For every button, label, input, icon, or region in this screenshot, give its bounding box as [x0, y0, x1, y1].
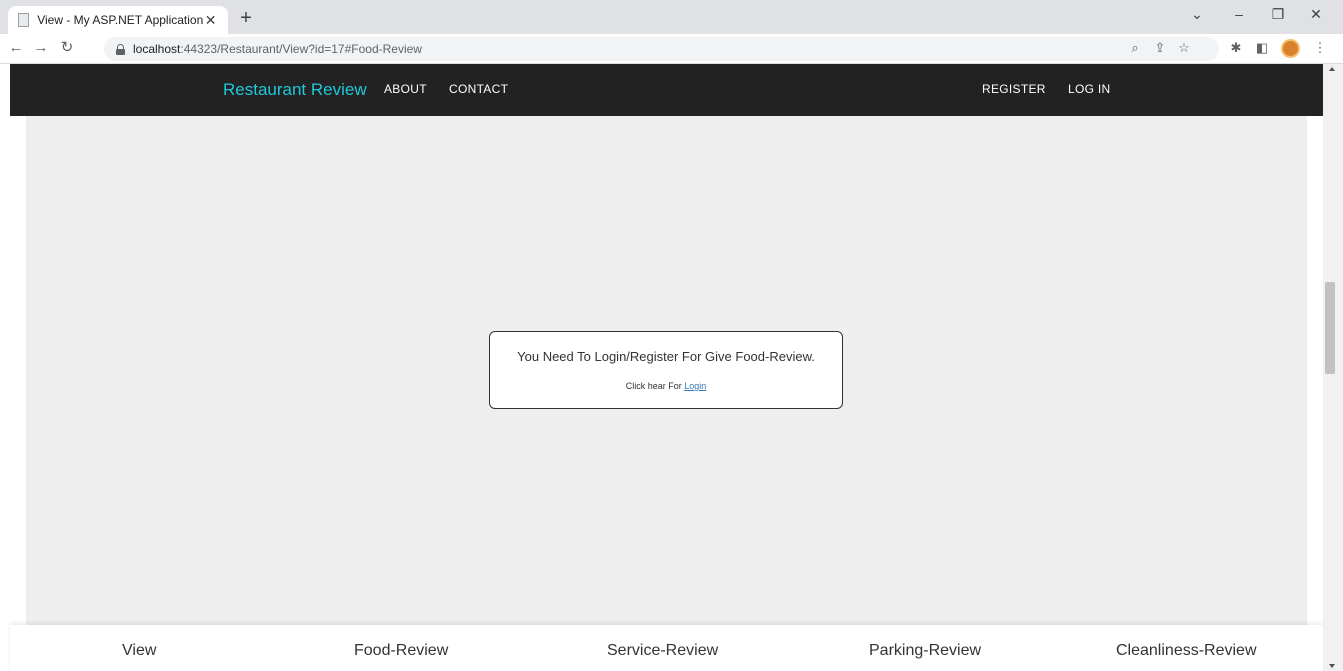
- profile-avatar[interactable]: [1281, 39, 1300, 58]
- forward-icon[interactable]: →: [31, 39, 51, 57]
- brand-link[interactable]: Restaurant Review: [223, 80, 367, 100]
- scroll-down-icon[interactable]: [1329, 664, 1335, 668]
- nav-contact[interactable]: CONTACT: [449, 82, 508, 96]
- page-viewport: Restaurant Review ABOUT CONTACT REGISTER…: [0, 64, 1343, 671]
- lock-icon[interactable]: [116, 44, 125, 55]
- restore-icon[interactable]: ❐: [1263, 6, 1293, 23]
- browser-toolbar: ← → ↻ localhost:44323/Restaurant/View?id…: [0, 34, 1343, 64]
- back-icon[interactable]: ←: [6, 39, 26, 57]
- url-host: localhost: [133, 42, 181, 56]
- page-favicon-icon: [18, 13, 30, 27]
- minimize-icon[interactable]: –: [1224, 6, 1254, 22]
- browser-tab[interactable]: View - My ASP.NET Application ✕: [8, 6, 228, 34]
- tab-cleanliness-review[interactable]: Cleanliness-Review: [1116, 642, 1257, 660]
- tab-service-review[interactable]: Service-Review: [607, 642, 718, 660]
- star-icon[interactable]: ☆: [1174, 40, 1194, 56]
- share-icon[interactable]: ⇪: [1150, 40, 1170, 56]
- tab-parking-review[interactable]: Parking-Review: [869, 642, 981, 660]
- address-bar[interactable]: localhost:44323/Restaurant/View?id=17#Fo…: [104, 37, 1219, 61]
- scroll-thumb[interactable]: [1325, 282, 1335, 374]
- login-link[interactable]: Login: [684, 381, 706, 391]
- tab-food-review[interactable]: Food-Review: [354, 642, 448, 660]
- reload-icon[interactable]: ↻: [57, 39, 77, 57]
- scroll-up-icon[interactable]: [1329, 67, 1335, 71]
- site-navbar: Restaurant Review ABOUT CONTACT REGISTER…: [10, 64, 1323, 116]
- nav-login[interactable]: LOG IN: [1068, 82, 1110, 96]
- notice-message: You Need To Login/Register For Give Food…: [517, 349, 815, 364]
- url-path: :44323/Restaurant/View?id=17#Food-Review: [180, 42, 422, 56]
- nav-about[interactable]: ABOUT: [384, 82, 427, 96]
- extensions-icon[interactable]: ✱: [1226, 40, 1246, 56]
- tab-title: View - My ASP.NET Application: [37, 13, 204, 27]
- review-tabs: View Food-Review Service-Review Parking-…: [10, 625, 1323, 671]
- notice-login-line: Click hear For Login: [490, 381, 842, 391]
- review-content-panel: You Need To Login/Register For Give Food…: [26, 116, 1307, 625]
- tab-view[interactable]: View: [122, 642, 156, 660]
- menu-icon[interactable]: ⋮: [1310, 40, 1330, 56]
- browser-tabstrip: View - My ASP.NET Application ✕ + ⌄ – ❐ …: [0, 0, 1343, 34]
- login-required-notice: You Need To Login/Register For Give Food…: [489, 331, 843, 409]
- new-tab-button[interactable]: +: [234, 8, 258, 28]
- tab-search-icon[interactable]: ⌄: [1182, 6, 1212, 23]
- notice-prefix: Click hear For: [625, 381, 682, 391]
- sidepanel-icon[interactable]: ◧: [1252, 40, 1272, 56]
- zoom-icon[interactable]: ⌕: [1125, 40, 1145, 56]
- window-close-icon[interactable]: ✕: [1301, 6, 1331, 23]
- tab-close-icon[interactable]: ✕: [203, 12, 218, 29]
- page-scrollbar[interactable]: [1323, 64, 1343, 671]
- nav-register[interactable]: REGISTER: [982, 82, 1046, 96]
